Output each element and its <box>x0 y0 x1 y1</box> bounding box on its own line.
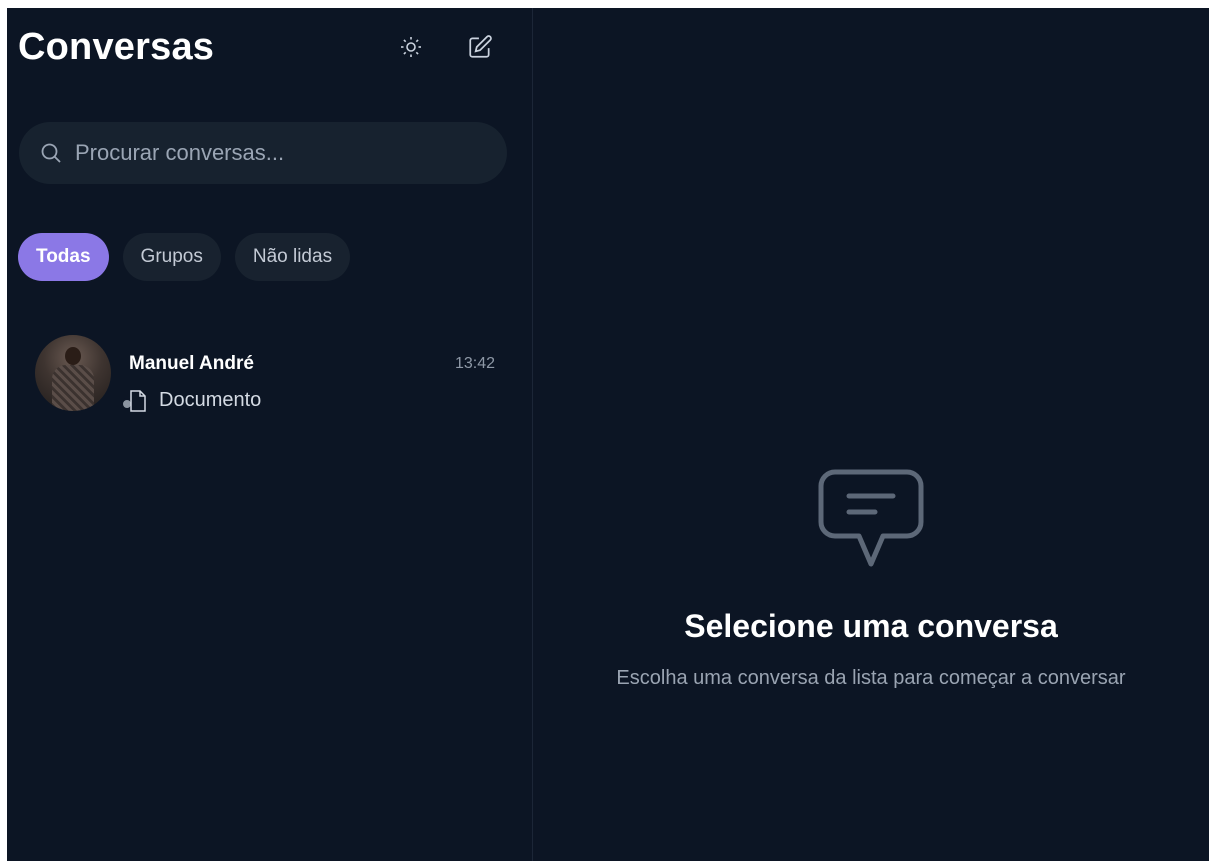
theme-toggle-button[interactable] <box>396 32 426 62</box>
filter-unread[interactable]: Não lidas <box>234 233 351 281</box>
conversation-time: 13:42 <box>454 355 495 372</box>
filter-chips: Todas Grupos Não lidas <box>18 233 351 281</box>
conversation-item[interactable]: Manuel André 13:42 Documento <box>35 335 495 415</box>
conversation-sidebar: Conversas Procurar conversas... Todas Gr… <box>7 8 533 861</box>
conversation-text: Manuel André 13:42 Documento <box>129 353 495 415</box>
empty-state: Selecione uma conversa Escolha uma conve… <box>533 468 1209 690</box>
app-window: Conversas Procurar conversas... Todas Gr… <box>7 8 1209 861</box>
conversation-preview: Documento <box>129 389 495 412</box>
conversation-name: Manuel André <box>129 353 254 374</box>
empty-state-title: Selecione uma conversa <box>684 608 1058 644</box>
search-icon <box>41 143 61 163</box>
filter-groups[interactable]: Grupos <box>122 233 221 281</box>
conversation-preview-text: Documento <box>159 389 262 411</box>
search-input[interactable] <box>75 140 475 166</box>
sun-icon <box>401 37 421 57</box>
edit-icon <box>469 35 492 58</box>
sidebar-header: Conversas <box>7 8 532 88</box>
document-icon <box>130 389 146 412</box>
chat-bubble-icon <box>818 469 924 567</box>
avatar <box>35 335 111 411</box>
page-title: Conversas <box>18 26 215 68</box>
conversation-panel: Selecione uma conversa Escolha uma conve… <box>533 8 1209 861</box>
search-bar <box>19 122 507 184</box>
filter-all[interactable]: Todas <box>18 233 109 281</box>
new-conversation-button[interactable] <box>465 32 495 62</box>
empty-state-subtitle: Escolha uma conversa da lista para começ… <box>616 667 1126 689</box>
